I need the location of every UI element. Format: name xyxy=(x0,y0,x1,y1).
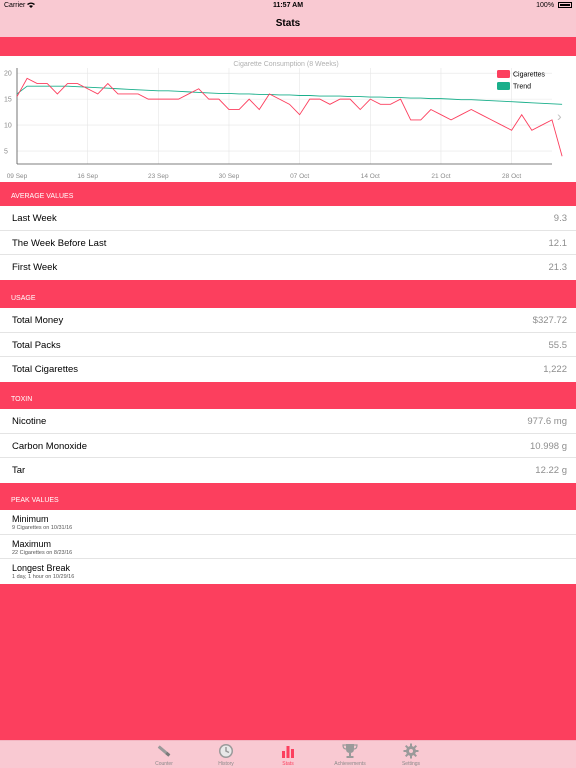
row-value: 9.3 xyxy=(553,213,567,224)
list-item-maximum: Maximum 22 Cigarettes on 8/23/16 xyxy=(0,535,576,559)
row-label: Nicotine xyxy=(12,416,47,427)
list-item-week-before-last: The Week Before Last 12.1 xyxy=(0,231,576,256)
legend-label: Trend xyxy=(513,84,531,91)
legend-label: Cigarettes xyxy=(513,72,545,79)
chart-svg: Cigarette Consumption (8 Weeks) 20 15 10 5 09… xyxy=(4,61,563,180)
tab-counter[interactable]: Counter xyxy=(134,741,194,768)
y-tick-label: 5 xyxy=(4,149,8,156)
row-value: 12.1 xyxy=(548,237,568,249)
list-item-total-packs: Total Packs 55.5 xyxy=(0,333,576,358)
x-tick-label: 14 Oct xyxy=(361,173,380,180)
x-tick-label: 07 Oct xyxy=(290,173,309,180)
list-item-nicotine: Nicotine 977.6 mg xyxy=(0,409,576,434)
y-tick-label: 20 xyxy=(4,71,12,78)
row-detail: 22 Cigarettes on 8/23/16 xyxy=(12,549,73,556)
legend-swatch xyxy=(497,70,510,78)
row-label: Tar xyxy=(12,465,26,477)
row-detail: 9 Cigarettes on 10/31/16 xyxy=(12,525,73,531)
page-title: Stats xyxy=(275,18,301,29)
chevron-right-icon[interactable]: › xyxy=(557,108,562,124)
row-label: Longest Break xyxy=(12,563,71,573)
tab-settings[interactable]: Settings xyxy=(381,741,441,768)
row-value: $327.72 xyxy=(532,315,567,326)
series-line-cigarettes xyxy=(16,77,563,157)
list-item-minimum: Minimum 9 Cigarettes on 10/31/16 xyxy=(0,510,576,535)
average-values-list: Last Week 9.3 The Week Before Last 12.1 … xyxy=(0,206,576,281)
row-value: 1,222 xyxy=(543,364,567,376)
tab-label: Settings xyxy=(401,761,421,767)
x-tick-label: 21 Oct xyxy=(431,173,450,180)
row-label: Maximum xyxy=(12,538,52,549)
list-item-tar: Tar 12.22 g xyxy=(0,458,576,483)
peak-values-list: Minimum 9 Cigarettes on 10/31/16 Maximum… xyxy=(0,510,576,584)
row-value: 10.998 g xyxy=(530,440,567,452)
row-label: Total Money xyxy=(12,315,64,326)
row-value: 21.3 xyxy=(548,262,568,274)
status-time: 11:57 AM xyxy=(272,2,304,9)
list-item-total-money: Total Money $327.72 xyxy=(0,308,576,333)
tab-label: History xyxy=(218,761,234,767)
row-label: Minimum xyxy=(12,514,49,524)
tab-history[interactable]: History xyxy=(196,741,256,768)
tab-label: Counter xyxy=(155,761,173,767)
row-label: Carbon Monoxide xyxy=(12,440,87,452)
x-tick-label: 23 Sep xyxy=(148,173,169,180)
x-tick-label: 28 Oct xyxy=(502,173,521,180)
row-detail: 1 day, 1 hour on 10/29/16 xyxy=(12,574,75,580)
list-item-carbon-monoxide: Carbon Monoxide 10.998 g xyxy=(0,434,576,459)
list-item-longest-break: Longest Break 1 day, 1 hour on 10/29/16 xyxy=(0,559,576,584)
row-value: 12.22 g xyxy=(535,465,567,477)
tab-achievements[interactable]: Achievements xyxy=(320,741,380,768)
navigation-bar: Stats xyxy=(0,12,576,37)
list-item-last-week: Last Week 9.3 xyxy=(0,206,576,231)
row-value: 977.6 mg xyxy=(527,416,567,427)
row-label: Last Week xyxy=(12,213,57,224)
y-tick-label: 10 xyxy=(4,123,12,130)
row-label: First Week xyxy=(12,262,58,274)
x-tick-label: 30 Sep xyxy=(219,173,240,180)
usage-list: Total Money $327.72 Total Packs 55.5 Tot… xyxy=(0,308,576,383)
list-item-total-cigarettes: Total Cigarettes 1,222 xyxy=(0,357,576,382)
consumption-chart[interactable]: Cigarette Consumption (8 Weeks) 20 15 10 5 09… xyxy=(0,56,576,182)
toxin-list: Nicotine 977.6 mg Carbon Monoxide 10.998… xyxy=(0,409,576,484)
battery-indicator: 100% xyxy=(536,2,572,9)
tab-label: Achievements xyxy=(334,761,366,767)
row-label: The Week Before Last xyxy=(12,237,107,249)
tab-bar: Counter History Stats Achievements Setti… xyxy=(0,740,576,768)
tab-stats[interactable]: Stats xyxy=(258,741,318,768)
y-tick-label: 15 xyxy=(4,97,12,104)
status-bar: Carrier 11:57 AM 100% xyxy=(0,0,576,12)
tab-label: Stats xyxy=(282,761,294,767)
chart-title: Cigarette Consumption (8 Weeks) xyxy=(233,61,338,68)
row-label: Total Packs xyxy=(12,339,61,351)
row-label: Total Cigarettes xyxy=(12,364,79,376)
list-item-first-week: First Week 21.3 xyxy=(0,255,576,280)
row-value: 55.5 xyxy=(548,339,568,351)
battery-icon xyxy=(558,2,572,8)
legend-swatch xyxy=(497,82,510,90)
x-tick-label: 09 Sep xyxy=(7,173,28,180)
battery-percent: 100% xyxy=(536,2,555,9)
series-line-trend xyxy=(16,85,563,105)
x-tick-label: 16 Sep xyxy=(77,173,98,180)
